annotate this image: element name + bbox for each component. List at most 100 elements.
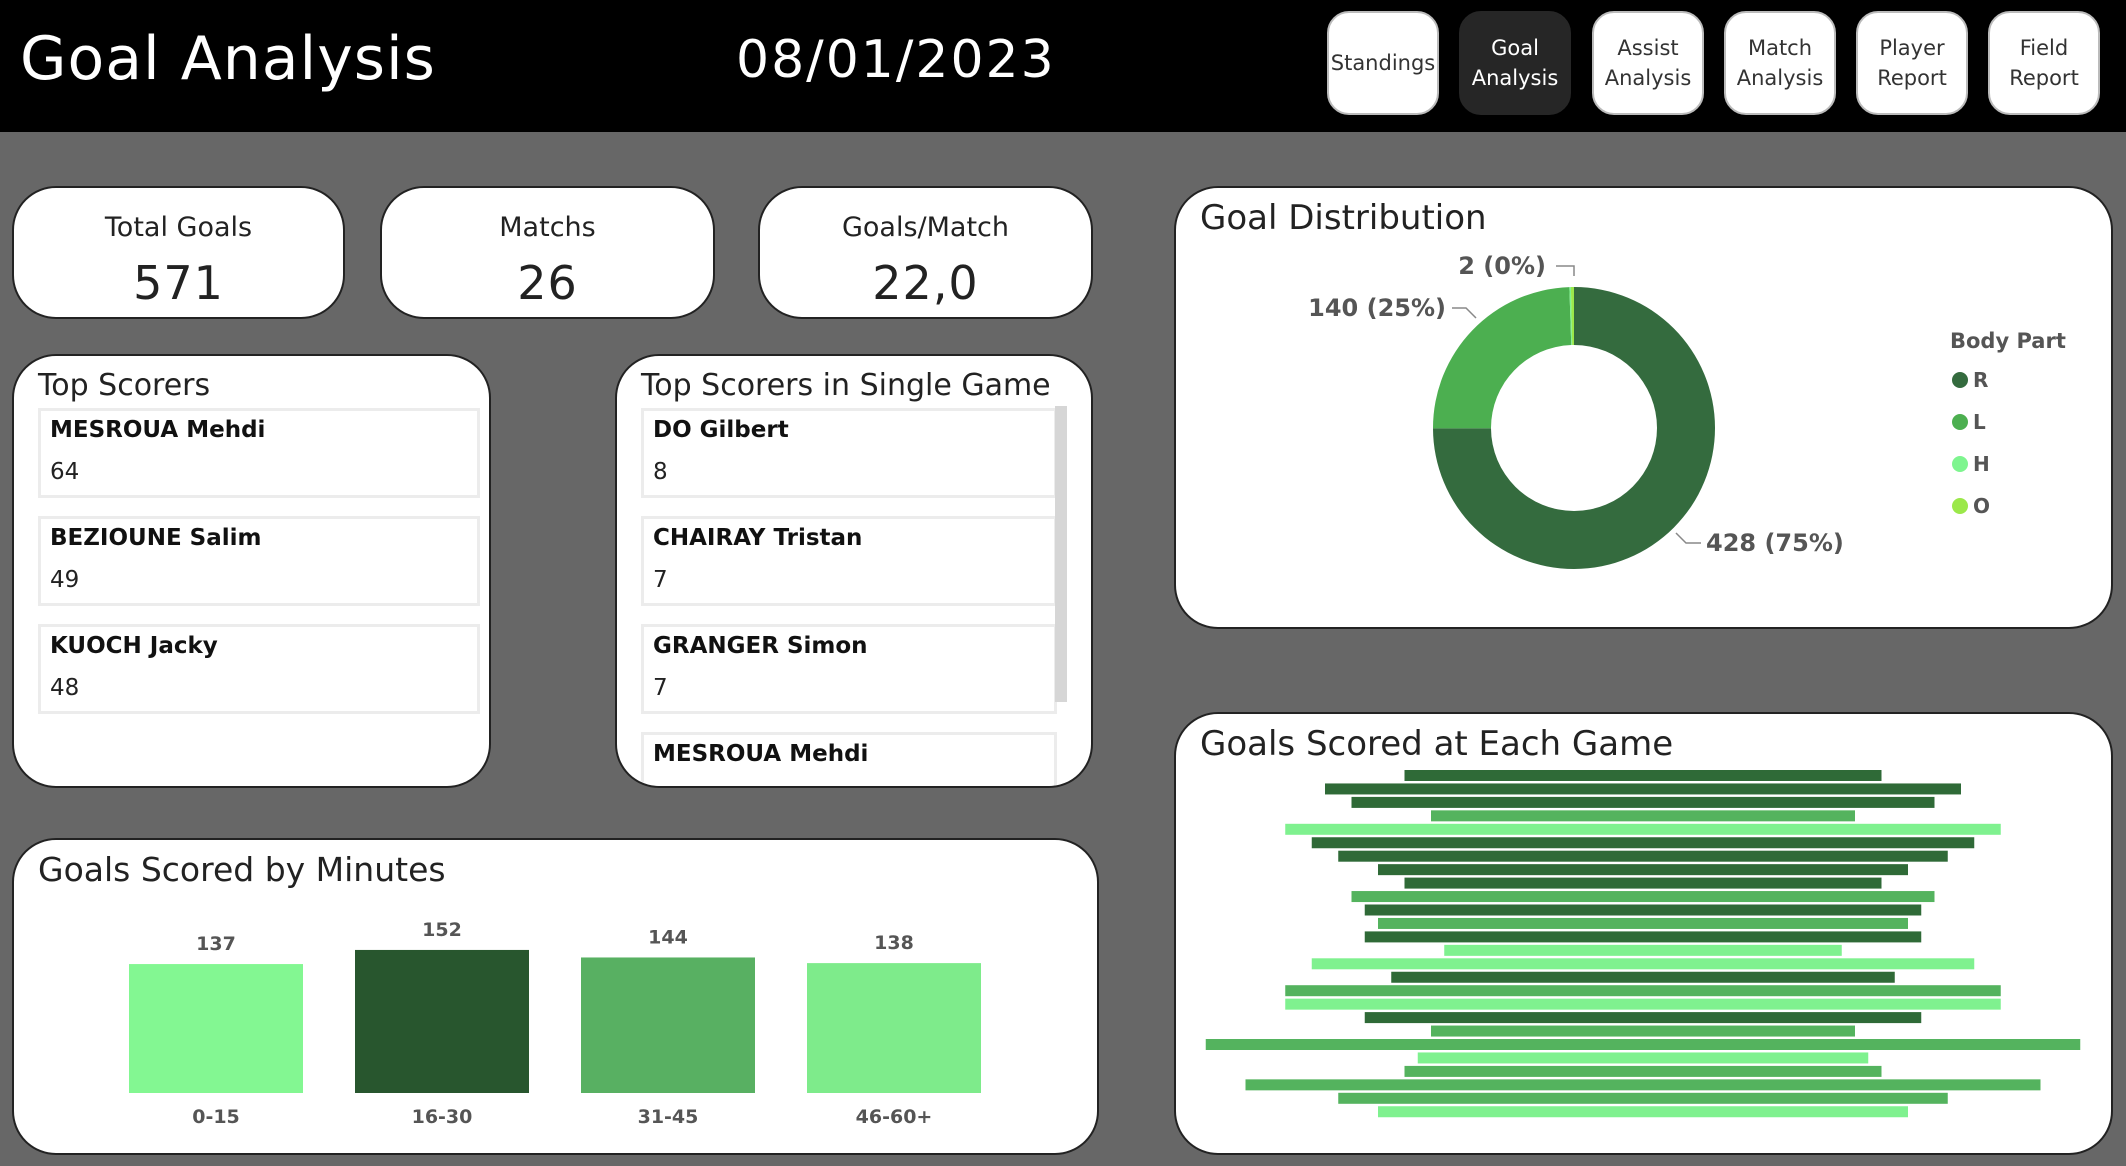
minutes-bar-chart: 137 0-15 152 16-30 144 31-45 138 46-60+ [129,919,981,1128]
card-title: Top Scorers [38,368,211,403]
kpi-value: 571 [133,256,224,310]
donut-leader-line [1452,307,1477,319]
legend-marker [1952,372,1968,388]
kpi-label: Goals/Match [841,212,1010,243]
top-single-game-card: Top Scorers in Single Game DO Gilbert 8 … [615,354,1093,788]
list-scrollbar[interactable] [1055,406,1067,702]
game-bar[interactable] [1378,864,1908,876]
minutes-bar[interactable] [355,949,529,1093]
report-date: 08/01/2023 [736,30,1056,90]
list-item[interactable]: KUOCH Jacky 48 [38,624,480,714]
minutes-bar-value-label: 152 [422,919,462,941]
game-bar[interactable] [1364,1012,1922,1024]
donut-data-label: 428 (75%) [1706,529,1844,557]
goal-distribution-donut: 428 (75%) 140 (25%) 2 (0%) Body Part RLHO [1308,252,2066,569]
game-bar[interactable] [1311,958,1975,970]
game-bar[interactable] [1431,1025,1855,1037]
nav-match-analysis-button[interactable]: Match Analysis [1724,11,1836,115]
game-bar[interactable] [1351,891,1935,903]
list-item[interactable]: MESROUA Mehdi [641,732,1057,786]
legend-item-O[interactable]: O [1973,494,1990,518]
game-bar[interactable] [1431,810,1855,822]
nav-assist-analysis-button[interactable]: Assist Analysis [1592,11,1704,115]
kpi-card-total-goals: Total Goals 571 [12,186,345,319]
legend-marker [1952,414,1968,430]
nav-field-report-button[interactable]: Field Report [1988,11,2100,115]
game-bar[interactable] [1285,823,2001,835]
list-viewport: Top Scorers in Single Game DO Gilbert 8 … [617,356,1091,786]
player-goals: 7 [653,567,668,593]
game-bar[interactable] [1404,877,1882,889]
kpi-value: 22,0 [872,256,979,310]
game-bar[interactable] [1325,783,1961,795]
list-item[interactable]: DO Gilbert 8 [641,408,1057,498]
player-name: BEZIOUNE Salim [50,525,262,551]
minutes-bar[interactable] [129,964,303,1093]
player-goals: 64 [50,459,80,485]
player-goals: 8 [653,459,668,485]
minutes-category-label: 0-15 [192,1106,240,1128]
minutes-bar-value-label: 138 [874,932,914,954]
game-bar[interactable] [1351,796,1935,808]
goals-each-game-card: Goals Scored at Each Game [1174,712,2113,1155]
game-bar[interactable] [1378,917,1908,929]
donut-leader-line [1556,265,1575,276]
kpi-label: Total Goals [104,212,253,243]
list-item[interactable]: MESROUA Mehdi 64 [38,408,480,498]
legend-title: Body Part [1950,329,2066,353]
game-bar[interactable] [1311,837,1975,849]
minutes-category-label: 31-45 [638,1106,699,1128]
player-name: MESROUA Mehdi [50,417,266,443]
player-name: KUOCH Jacky [50,633,218,659]
list-item[interactable]: GRANGER Simon 7 [641,624,1057,714]
game-bar[interactable] [1417,1052,1869,1064]
game-bar[interactable] [1285,998,2001,1010]
minutes-category-label: 46-60+ [856,1106,933,1128]
kpi-card-matches: Matchs 26 [380,186,715,319]
game-bar[interactable] [1378,1106,1908,1118]
goal-distribution-card: Goal Distribution 428 (75%) 140 (25%) 2 (0… [1174,186,2113,629]
donut-leader-line [1675,532,1701,544]
player-name: DO Gilbert [653,417,789,443]
game-bar[interactable] [1338,1092,1948,1104]
legend-item-H[interactable]: H [1973,452,1990,476]
player-name: GRANGER Simon [653,633,868,659]
header-bar: Goal Analysis 08/01/2023 Standings Goal … [0,0,2126,132]
game-bar[interactable] [1205,1039,2081,1050]
kpi-value: 26 [517,256,578,310]
nav-player-report-button[interactable]: Player Report [1856,11,1968,115]
game-bar[interactable] [1245,1079,2041,1091]
goals-each-game-chart [1205,770,2081,1118]
minutes-bar[interactable] [581,957,755,1093]
minutes-bar-value-label: 144 [648,926,688,948]
game-bar[interactable] [1404,1065,1882,1077]
minutes-bar-value-label: 137 [196,933,236,955]
game-bar[interactable] [1391,971,1895,983]
game-bar[interactable] [1444,944,1842,956]
game-bar[interactable] [1364,904,1922,916]
donut-data-label: 140 (25%) [1308,294,1446,322]
minutes-bar[interactable] [807,963,981,1093]
kpi-card-goals-per-match: Goals/Match 22,0 [758,186,1093,319]
card-title: Top Scorers in Single Game [641,368,1051,403]
legend-marker [1952,498,1968,514]
nav-standings-button[interactable]: Standings [1327,11,1439,115]
donut-data-label: 2 (0%) [1458,252,1546,280]
game-bar[interactable] [1364,931,1922,943]
list-item[interactable]: CHAIRAY Tristan 7 [641,516,1057,606]
game-bar[interactable] [1338,850,1948,862]
minutes-category-label: 16-30 [412,1106,473,1128]
legend-marker [1952,456,1968,472]
minutes-chart-card: Goals Scored by Minutes 137 0-15 152 16-30 1… [12,838,1099,1155]
legend-item-R[interactable]: R [1973,368,1988,392]
legend-item-L[interactable]: L [1973,410,1986,434]
kpi-label: Matchs [499,212,596,243]
game-bar[interactable] [1285,985,2001,997]
player-goals: 7 [653,675,668,701]
page-title: Goal Analysis [20,24,436,94]
nav-goal-analysis-button[interactable]: Goal Analysis [1459,11,1571,115]
list-item[interactable]: BEZIOUNE Salim 49 [38,516,480,606]
player-goals: 49 [50,567,80,593]
player-goals: 48 [50,675,80,701]
game-bar[interactable] [1404,770,1882,781]
